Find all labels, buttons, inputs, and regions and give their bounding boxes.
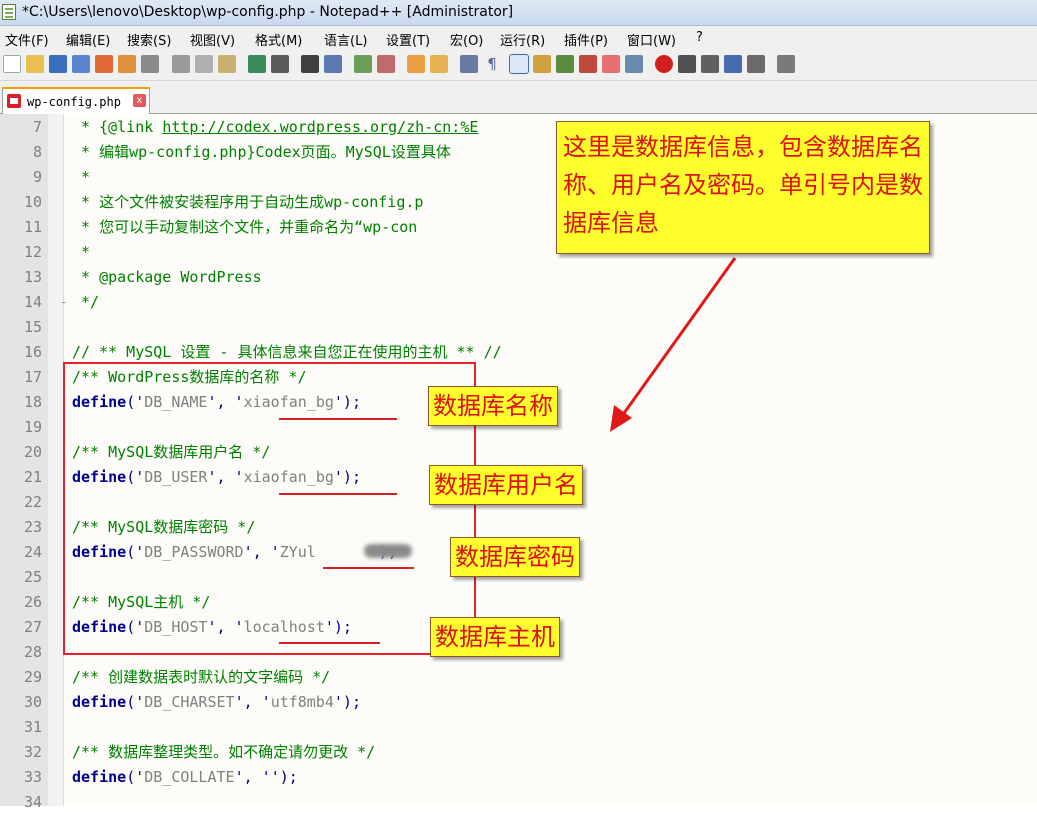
callout-db-host: 数据库主机 xyxy=(430,617,560,657)
callout-database-info: 这里是数据库信息，包含数据库名称、用户名及密码。单引号内是数据库信息 xyxy=(556,121,930,254)
callout-db-password: 数据库密码 xyxy=(450,537,580,577)
callout-db-user: 数据库用户名 xyxy=(429,465,583,505)
callout-db-name: 数据库名称 xyxy=(428,386,558,426)
